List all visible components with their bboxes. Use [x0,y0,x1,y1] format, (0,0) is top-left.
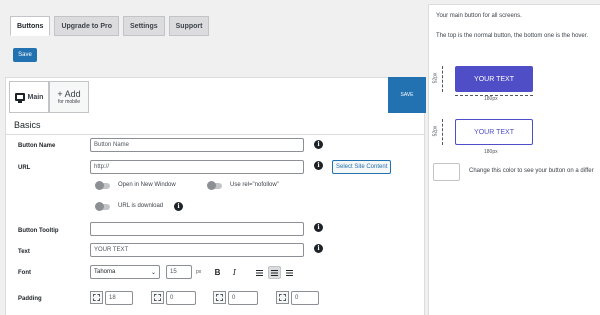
padding-top-input[interactable]: 18 [105,291,133,305]
align-right-icon [286,269,293,276]
height-label: 52px [432,125,439,137]
align-right-button[interactable] [283,266,296,279]
font-family-value: Tahoma [94,269,116,275]
tab-main-label: Main [27,93,44,101]
tab-main[interactable]: Main [9,81,49,113]
height-label: 52px [432,72,439,84]
button-preview-panel: Your main button for all screens. The to… [428,0,600,315]
align-left-button[interactable] [253,266,266,279]
font-size-input[interactable]: 15 [166,265,192,279]
nav-tabs: Buttons Upgrade to Pro Settings Support [10,16,210,36]
font-family-select[interactable]: Tahoma ⌄ [90,265,160,279]
tab-support[interactable]: Support [168,16,210,36]
tab-settings[interactable]: Settings [123,16,165,36]
background-color-swatch[interactable] [433,163,460,181]
align-center-button[interactable] [268,266,281,279]
nofollow-toggle[interactable] [207,181,222,190]
new-window-label: Open in New Window [118,182,176,188]
select-site-content-button[interactable]: Select Site Content [332,160,392,174]
align-center-icon [271,269,278,276]
tooltip-input[interactable] [90,222,304,236]
device-tabs: Main + Add for mobile [9,81,89,113]
width-label: 180px [484,96,498,102]
preview-intro: Your main button for all screens. [436,13,522,19]
height-dimension-line [442,66,443,92]
add-label: + Add [57,89,81,99]
info-icon[interactable]: i [314,140,323,149]
info-icon[interactable]: i [314,161,323,170]
padding-right-icon [151,291,164,304]
add-sub-label: for mobile [58,99,80,105]
tab-buttons[interactable]: Buttons [10,16,51,36]
padding-bottom-icon [213,291,226,304]
padding-left-input[interactable]: 0 [291,291,319,305]
info-icon[interactable]: i [314,244,323,253]
tab-upgrade-to-pro[interactable]: Upgrade to Pro [54,16,120,36]
tab-add-mobile[interactable]: + Add for mobile [49,81,89,113]
align-left-icon [256,269,263,276]
download-toggle[interactable] [95,202,110,211]
info-icon[interactable]: i [314,223,323,232]
preview-explain: The top is the normal button, the bottom… [436,33,589,39]
save-button[interactable]: Save [13,48,37,62]
button-name-input[interactable]: Button Name [90,138,304,152]
button-editor-panel: Main + Add for mobile SAVE Basics Button… [5,77,426,315]
button-name-label: Button Name [18,143,56,149]
height-dimension-line [442,119,443,145]
preview-normal-button: YOUR TEXT [455,66,533,92]
padding-left-icon [276,291,289,304]
nofollow-label: Use rel="nofollow" [230,182,279,188]
bold-button[interactable]: B [211,266,224,279]
divider [6,134,424,135]
padding-right-input[interactable]: 0 [166,291,196,305]
padding-top-icon [90,291,103,304]
padding-bottom-input[interactable]: 0 [228,291,258,305]
monitor-icon [14,93,25,103]
font-label: Font [18,270,31,276]
text-label: Text [18,249,30,255]
new-window-toggle[interactable] [95,181,110,190]
info-icon[interactable]: i [174,202,183,211]
save-settings-button[interactable]: SAVE [388,77,426,113]
text-input[interactable]: YOUR TEXT [90,243,304,257]
color-hint: Change this color to see your button on … [469,168,594,174]
section-title: Basics [14,120,41,130]
font-size-unit: px [196,269,202,275]
download-label: URL is download [118,203,164,209]
chevron-down-icon: ⌄ [150,269,156,276]
preview-top-edge [428,0,600,5]
width-label: 180px [484,149,498,155]
url-input[interactable]: http:// [90,160,304,174]
tooltip-label: Button Tooltip [18,228,59,234]
url-label: URL [18,165,31,171]
italic-button[interactable]: I [228,266,241,279]
padding-label: Padding [18,296,42,302]
preview-hover-button: YOUR TEXT [455,119,533,145]
